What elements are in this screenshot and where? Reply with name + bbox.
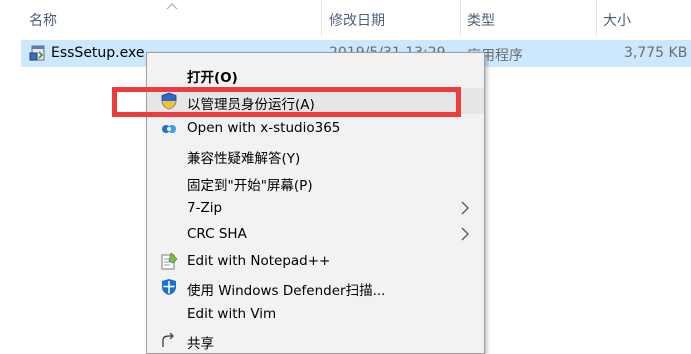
chevron-right-icon xyxy=(461,201,469,215)
file-size: 3,775 KB xyxy=(624,45,688,61)
menu-item-open[interactable]: 打开(O) xyxy=(147,61,484,87)
column-name-header[interactable]: 名称 xyxy=(29,10,57,30)
menu-item-label: 共享 xyxy=(187,336,214,352)
menu-item-label: 使用 Windows Defender扫描... xyxy=(187,283,386,299)
column-divider[interactable] xyxy=(321,0,322,36)
menu-item-troubleshoot-compatibility[interactable]: 兼容性疑难解答(Y) xyxy=(147,142,484,168)
menu-item-scan-with-defender[interactable]: 使用 Windows Defender扫描... xyxy=(147,274,484,300)
windows-defender-icon xyxy=(162,279,176,295)
menu-item-label: 打开(O) xyxy=(187,70,238,86)
column-type-header[interactable]: 类型 xyxy=(467,10,495,30)
highlight-box xyxy=(112,87,461,117)
menu-item-share[interactable]: 共享 xyxy=(147,327,484,353)
chevron-right-icon xyxy=(461,227,469,241)
file-name: EssSetup.exe xyxy=(51,45,145,61)
x-studio365-icon xyxy=(162,125,176,133)
sort-ascending-icon xyxy=(166,3,178,10)
column-header: 名称 修改日期 类型 大小 xyxy=(0,0,691,36)
menu-item-label: Open with x-studio365 xyxy=(187,120,341,136)
share-icon xyxy=(162,332,174,347)
menu-item-label: 7-Zip xyxy=(187,200,223,216)
menu-item-7zip[interactable]: 7-Zip xyxy=(147,195,484,221)
menu-item-label: Edit with Notepad++ xyxy=(187,253,331,269)
column-divider[interactable] xyxy=(460,0,461,36)
notepadpp-icon xyxy=(161,252,178,270)
menu-item-label: 兼容性疑难解答(Y) xyxy=(187,151,301,167)
menu-item-label: CRC SHA xyxy=(187,226,247,242)
column-modified-header[interactable]: 修改日期 xyxy=(329,10,385,30)
column-divider[interactable] xyxy=(596,0,597,36)
menu-item-label: 固定到"开始"屏幕(P) xyxy=(187,178,313,194)
column-size-header[interactable]: 大小 xyxy=(603,10,631,30)
menu-item-pin-to-start[interactable]: 固定到"开始"屏幕(P) xyxy=(147,169,484,195)
menu-item-edit-with-vim[interactable]: Edit with Vim xyxy=(147,301,484,327)
menu-item-open-with-x-studio365[interactable]: Open with x-studio365 xyxy=(147,115,484,141)
menu-item-edit-with-notepadpp[interactable]: Edit with Notepad++ xyxy=(147,248,484,274)
menu-item-crc-sha[interactable]: CRC SHA xyxy=(147,221,484,247)
exe-installer-icon xyxy=(29,45,45,61)
menu-item-label: Edit with Vim xyxy=(187,306,277,322)
